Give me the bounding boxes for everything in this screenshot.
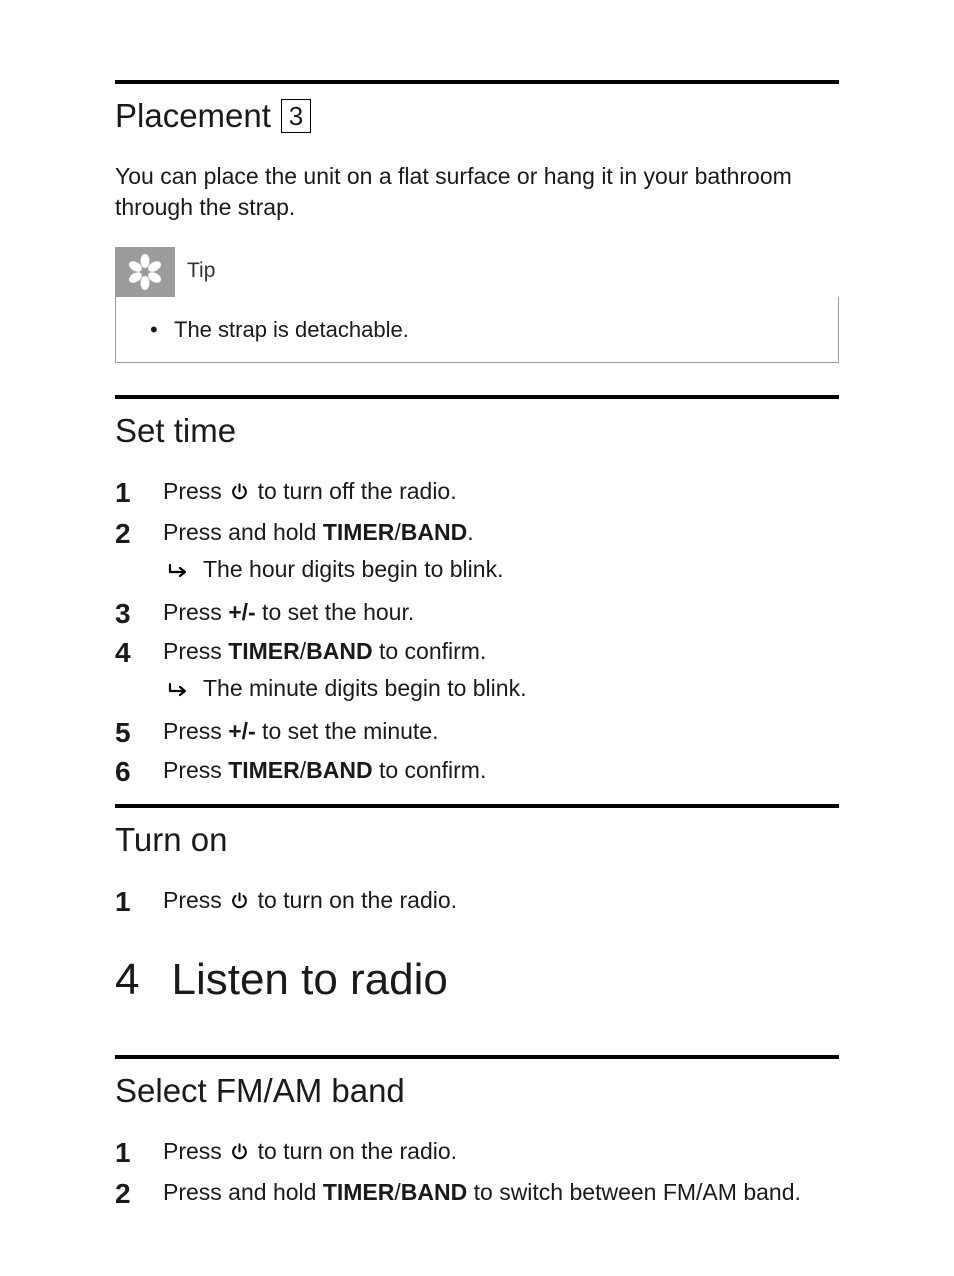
placement-body: You can place the unit on a flat surface… [115,161,839,223]
step: Press and hold TIMER/BAND to switch betw… [115,1177,839,1208]
tip-item: The strap is detachable. [150,315,818,345]
power-icon [230,887,249,918]
step: Press TIMER/BAND to confirm. The minute d… [115,636,839,708]
tip-header: Tip [115,247,215,297]
step-text: Press to turn off the radio. [163,478,457,504]
step: Press TIMER/BAND to confirm. [115,755,839,786]
step: Press to turn on the radio. [115,1136,839,1169]
step-text: Press and hold TIMER/BAND to switch betw… [163,1179,801,1205]
step-text: Press TIMER/BAND to confirm. [163,757,486,783]
heading-text: Turn on [115,818,228,863]
select-band-heading: Select FM/AM band [115,1069,839,1114]
step: Press to turn on the radio. [115,885,839,918]
chapter-title: Listen to radio [171,950,447,1009]
heading-text: Select FM/AM band [115,1069,405,1114]
step-text: Press +/- to set the minute. [163,718,439,744]
select-band-steps: Press to turn on the radio. Press and ho… [115,1136,839,1208]
section-divider [115,804,839,808]
placement-heading: Placement 3 [115,94,839,139]
figure-ref-box: 3 [281,99,311,133]
step: Press +/- to set the minute. [115,716,839,747]
step: Press and hold TIMER/BAND. The hour digit… [115,517,839,589]
step-text: Press +/- to set the hour. [163,599,414,625]
step-text: Press and hold TIMER/BAND. [163,519,474,545]
step-result: The hour digits begin to blink. [167,554,839,589]
power-icon [230,1138,249,1169]
chapter-number: 4 [115,950,139,1009]
step-text: Press to turn on the radio. [163,887,457,913]
tip-container: Tip The strap is detachable. [115,247,839,364]
turn-on-heading: Turn on [115,818,839,863]
tip-label: Tip [187,257,215,285]
asterisk-icon [115,247,175,297]
power-icon [230,478,249,509]
heading-text: Set time [115,409,236,454]
step: Press to turn off the radio. [115,476,839,509]
heading-text: Placement [115,94,271,139]
step-result: The minute digits begin to blink. [167,673,839,708]
section-divider [115,80,839,84]
step: Press +/- to set the hour. [115,597,839,628]
set-time-heading: Set time [115,409,839,454]
result-text: The hour digits begin to blink. [203,554,503,585]
set-time-steps: Press to turn off the radio. Press and h… [115,476,839,786]
chapter-heading: 4 Listen to radio [115,950,839,1009]
result-arrow-icon [167,558,189,589]
tip-box: The strap is detachable. [115,297,839,364]
result-text: The minute digits begin to blink. [203,673,526,704]
step-text: Press TIMER/BAND to confirm. [163,638,486,664]
section-divider [115,395,839,399]
section-divider [115,1055,839,1059]
turn-on-steps: Press to turn on the radio. [115,885,839,918]
result-arrow-icon [167,677,189,708]
step-text: Press to turn on the radio. [163,1138,457,1164]
